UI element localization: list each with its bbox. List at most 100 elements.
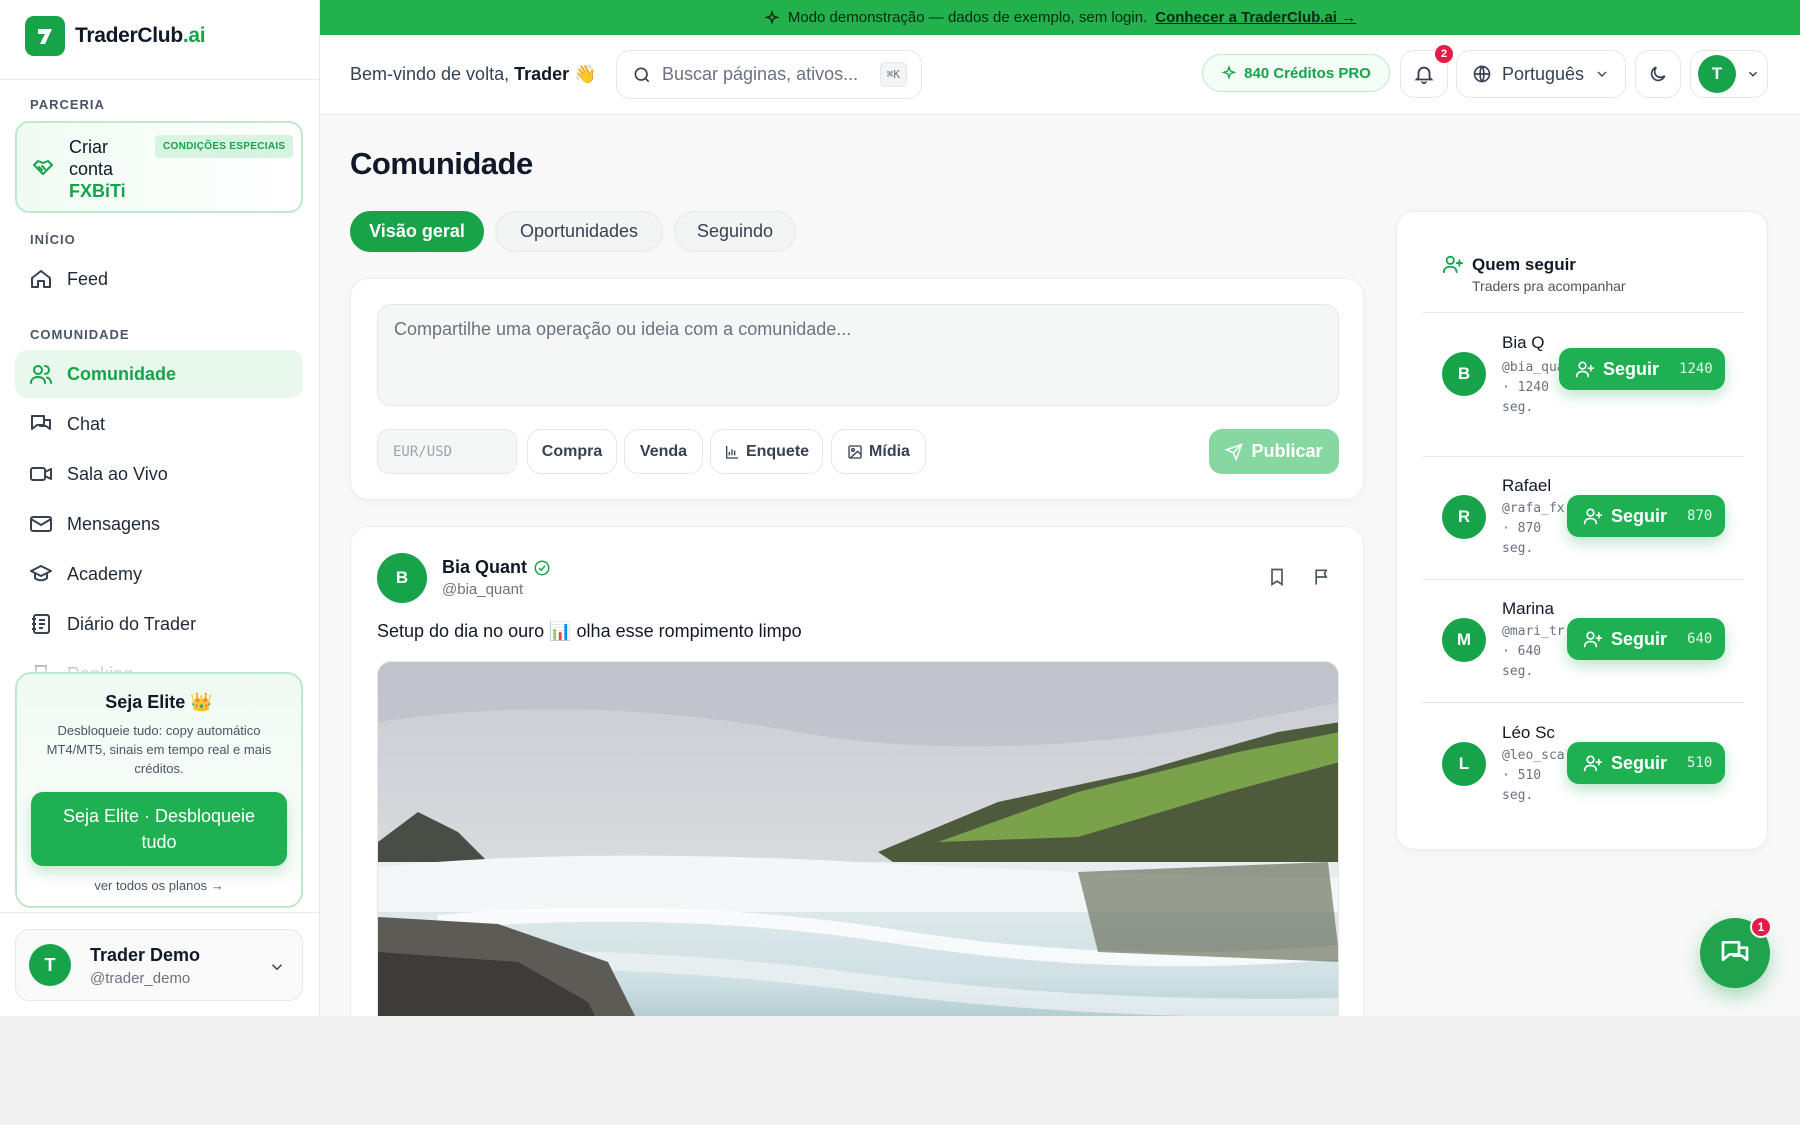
suggestion-followers: · 510 seg. (1502, 768, 1542, 803)
user-plus-icon (1442, 255, 1464, 274)
post-text: Setup do dia no ouro 📊 olha esse rompime… (377, 621, 802, 641)
search-icon (634, 67, 650, 82)
poll-button[interactable]: Enquete (710, 429, 823, 474)
asset-pair-input[interactable]: EUR/USD (377, 429, 517, 474)
sidebar-divider (0, 912, 320, 913)
avatar[interactable]: R (1442, 495, 1486, 539)
moon-icon (1650, 66, 1666, 82)
view-plans-link[interactable]: ver todos os planos → (17, 878, 301, 893)
user-plus-icon (1583, 508, 1603, 525)
avatar[interactable]: B (377, 553, 427, 603)
avatar[interactable]: M (1442, 618, 1486, 662)
publish-label: Publicar (1251, 441, 1323, 461)
notifications-button[interactable]: 2 (1400, 45, 1453, 98)
sidebar-item-chat[interactable]: Chat (15, 400, 303, 448)
account-menu-button[interactable]: T (1690, 50, 1768, 98)
theme-toggle-button[interactable] (1635, 50, 1681, 98)
elite-description: Desbloqueie tudo: copy automático MT4/MT… (46, 723, 272, 776)
post-image[interactable] (377, 661, 1339, 1016)
language-label: Português (1501, 63, 1585, 84)
follow-button[interactable]: Seguir 870 (1567, 495, 1725, 537)
follow-button[interactable]: Seguir 1240 (1559, 348, 1725, 390)
brand-name: TraderClub.ai (75, 24, 206, 48)
suggestion-handle: @rafa_fx (1502, 501, 1565, 516)
buy-button[interactable]: Compra (527, 429, 617, 474)
poll-label: Enquete (745, 442, 810, 460)
tab-seguindo[interactable]: Seguindo (674, 211, 796, 252)
flag-icon[interactable] (1312, 567, 1332, 587)
sidebar-item-label: Feed (67, 268, 109, 289)
follow-button[interactable]: Seguir 640 (1567, 618, 1725, 660)
sidebar-item-feed[interactable]: Feed (15, 255, 303, 303)
suggestion-meta: @rafa_fx · 870 seg. (1502, 499, 1566, 559)
bookmark-icon[interactable] (1267, 567, 1287, 587)
follow-count: 640 (1687, 631, 1713, 647)
search-input[interactable]: Buscar páginas, ativos... ⌘K (616, 50, 922, 99)
elite-unlock-button[interactable]: Seja Elite · Desbloqueie tudo (31, 792, 287, 866)
tab-visao-geral[interactable]: Visão geral (350, 211, 484, 252)
demo-banner: Modo demonstração — dados de exemplo, se… (320, 0, 1800, 35)
partner-text: Criar conta FXBiTi (69, 136, 126, 202)
follow-button[interactable]: Seguir 510 (1567, 742, 1725, 784)
section-label-partner: PARCERIA (30, 97, 105, 112)
user-menu[interactable]: T Trader Demo @trader_demo (15, 929, 303, 1001)
section-label-community: COMUNIDADE (30, 327, 130, 342)
sidebar-item-comunidade[interactable]: Comunidade (15, 350, 303, 398)
notebook-icon (32, 614, 50, 634)
follow-label: Seguir (1611, 752, 1668, 773)
post-author[interactable]: Bia Quant (442, 557, 551, 578)
avatar[interactable]: B (1442, 352, 1486, 396)
banner-link[interactable]: Conhecer a TraderClub.ai → (1155, 9, 1356, 26)
suggestion-meta: @mari_tr · 640 seg. (1502, 622, 1566, 682)
user-plus-icon (1575, 361, 1595, 378)
bell-icon (1414, 66, 1434, 85)
bar-chart-icon (725, 445, 738, 459)
chevron-down-icon (1597, 71, 1607, 77)
graduation-cap-icon (30, 565, 52, 582)
sidebar-item-sala-ao-vivo[interactable]: Sala ao Vivo (15, 450, 303, 498)
suggestion-name: Léo Sc (1502, 723, 1555, 742)
credits-badge[interactable]: 840 Créditos PRO (1202, 54, 1390, 92)
user-name: Trader Demo (90, 945, 201, 965)
publish-button[interactable]: Publicar (1209, 429, 1339, 474)
sidebar-item-diario[interactable]: Diário do Trader (15, 600, 303, 648)
chat-unread-badge: 1 (1750, 916, 1772, 938)
suggestion-name: Marina (1502, 599, 1554, 618)
panel-title: Quem seguir (1472, 255, 1576, 274)
partner-card-fxbiti[interactable]: Criar conta FXBiTi CONDIÇÕES ESPECIAIS (15, 121, 303, 213)
follow-suggestion: M Marina @mari_tr · 640 seg. Seguir 640 (1397, 580, 1769, 703)
welcome-name: Trader 👋 (514, 64, 597, 84)
mail-icon (30, 516, 52, 532)
globe-icon (1473, 65, 1491, 83)
tab-oportunidades[interactable]: Oportunidades (495, 211, 663, 252)
suggestion-name: Bia Q (1502, 333, 1545, 352)
video-icon (30, 467, 52, 481)
post-author-name: Bia Quant (442, 557, 528, 577)
media-button[interactable]: Mídia (831, 429, 926, 474)
app-window: TraderClub.ai PARCERIA Criar conta FXBiTi … (0, 0, 1800, 1016)
suggestion-name: Rafael (1502, 476, 1552, 495)
post-handle: @bia_quant (442, 581, 524, 598)
brand-logo[interactable]: TraderClub.ai (25, 16, 206, 56)
composer-textarea[interactable]: Compartilhe uma operação ou ideia com a … (377, 304, 1339, 406)
partner-line1: Criar (69, 137, 108, 157)
brand-name-text: TraderClub (75, 24, 183, 47)
chat-icon (31, 415, 51, 430)
image-icon (848, 444, 862, 459)
partner-line2: conta (69, 159, 114, 179)
sidebar-item-mensagens[interactable]: Mensagens (15, 500, 303, 548)
avatar[interactable]: L (1442, 742, 1486, 786)
elite-upsell-card: Seja Elite 👑 Desbloqueie tudo: copy auto… (15, 672, 303, 908)
sell-button[interactable]: Venda (624, 429, 703, 474)
verified-icon (534, 560, 550, 575)
avatar: T (1698, 55, 1736, 93)
language-select[interactable]: Português (1456, 50, 1626, 98)
home-icon (31, 270, 51, 288)
suggestion-handle: @mari_tr (1502, 624, 1565, 639)
suggestion-followers: · 870 seg. (1502, 521, 1542, 556)
partner-badge: CONDIÇÕES ESPECIAIS (155, 135, 294, 158)
sidebar-item-academy[interactable]: Academy (15, 550, 303, 598)
follow-label: Seguir (1611, 505, 1668, 526)
chat-fab-button[interactable]: 1 (1700, 916, 1772, 988)
send-icon (1225, 442, 1244, 461)
